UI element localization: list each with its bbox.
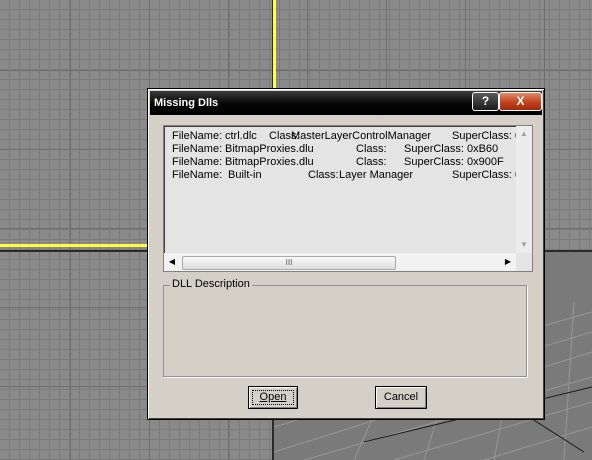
list-item[interactable]: FileName: BitmapProxies.dlu Class: Super… (172, 143, 532, 156)
help-button[interactable]: ? (472, 92, 499, 111)
scrollbar-thumb[interactable]: III (182, 256, 396, 270)
class-value: MasterLayerControlManager (291, 130, 432, 142)
class-label: Class: (356, 156, 387, 168)
dialog-title: Missing Dlls (154, 97, 219, 109)
dll-description-label: DLL Description (170, 278, 252, 290)
list-item[interactable]: FileName: Built-in Class: Layer Manager … (172, 169, 532, 182)
active-viewport-border-horizontal (0, 244, 150, 247)
open-button-label: Open (259, 391, 287, 403)
missing-dll-list[interactable]: FileName: ctrl.dlc Class: MasterLayerCon… (163, 125, 533, 272)
vertical-scrollbar[interactable]: ▲ ▼ (516, 126, 532, 253)
list-item[interactable]: FileName: BitmapProxies.dlu Class: Super… (172, 156, 532, 169)
dll-description-group: DLL Description (163, 278, 527, 377)
thumb-grip-icon: III (285, 258, 293, 267)
scroll-up-icon[interactable]: ▲ (516, 126, 532, 142)
dialog-titlebar[interactable]: Missing Dlls ? X (150, 91, 542, 115)
filename-label: FileName: (172, 156, 223, 168)
filename-label: FileName: (172, 143, 223, 155)
superclass-value: SuperClass: 0x900F (404, 156, 504, 168)
class-label: Class: (356, 143, 387, 155)
scroll-right-icon[interactable]: ▶ (500, 253, 516, 271)
missing-dlls-dialog: Missing Dlls ? X FileName: ctrl.dlc Clas… (147, 88, 545, 420)
superclass-value: SuperClass: 0 (452, 130, 522, 142)
horizontal-scrollbar[interactable]: ◀ III ▶ (164, 253, 516, 271)
close-button[interactable]: X (499, 92, 542, 111)
cancel-button[interactable]: Cancel (375, 386, 427, 409)
filename-value: BitmapProxies.dlu (225, 156, 314, 168)
filename-label: FileName: (172, 130, 223, 142)
open-button[interactable]: Open (248, 386, 298, 409)
class-value: Layer Manager (339, 169, 413, 181)
scroll-down-icon[interactable]: ▼ (516, 237, 532, 253)
scroll-left-icon[interactable]: ◀ (164, 253, 180, 271)
filename-label: FileName: (172, 169, 223, 181)
superclass-value: SuperClass: 0 (452, 169, 522, 181)
scrollbar-corner (516, 253, 532, 271)
active-viewport-border-vertical (273, 0, 276, 90)
filename-value: Built-in (228, 169, 262, 181)
list-item[interactable]: FileName: ctrl.dlc Class: MasterLayerCon… (172, 130, 532, 143)
filename-value: BitmapProxies.dlu (225, 143, 314, 155)
filename-value: ctrl.dlc (225, 130, 257, 142)
superclass-value: SuperClass: 0xB60 (404, 143, 499, 155)
class-label: Class: (308, 169, 339, 181)
